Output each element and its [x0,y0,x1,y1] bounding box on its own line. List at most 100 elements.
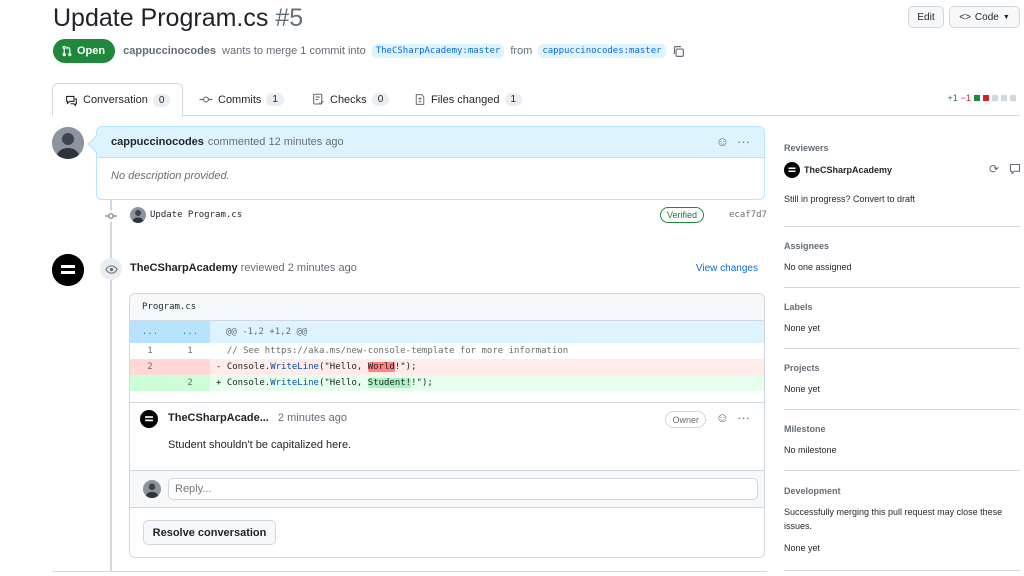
review-timestamp[interactable]: reviewed 2 minutes ago [241,262,357,274]
tab-label: Conversation [83,94,148,106]
sidebar-section-value: None yet [784,384,821,394]
sidebar-section-title[interactable]: Assignees [784,241,829,251]
sidebar-section-title[interactable]: Reviewers [784,143,829,153]
code-token: WriteLine [270,362,319,372]
resolve-conversation-button[interactable]: Resolve conversation [143,520,276,545]
development-description: issues. [784,521,813,531]
line-number[interactable]: 1 [170,343,210,359]
review-comment-author[interactable]: TheCSharpAcade... [168,412,269,424]
tab-counter: 1 [504,93,523,106]
line-number[interactable]: ... [170,321,210,343]
sidebar-section-value: No milestone [784,445,837,455]
pr-title-text: Update Program.cs [53,4,269,32]
timeline-divider [52,571,767,572]
sidebar-section-title[interactable]: Milestone [784,424,826,434]
sidebar-section-value: None yet [784,543,821,553]
avatar[interactable] [130,207,146,223]
sidebar-section-title[interactable]: Labels [784,302,813,312]
reviewer-name[interactable]: TheCSharpAcademy [804,165,892,175]
diffstat-square [1010,95,1016,101]
state-badge: Open [53,39,116,63]
line-number [130,375,170,391]
file-diff-icon [415,94,425,105]
tab-commits[interactable]: Commits 1 [187,83,296,116]
code-token: - Console. [216,362,271,372]
review-comment-header: TheCSharpAcade... 2 minutes ago [168,412,347,424]
sync-icon[interactable]: ⟳ [989,162,999,176]
sidebar-section-value: No one assigned [784,262,852,272]
review-comment-timestamp[interactable]: 2 minutes ago [278,412,347,424]
review-author[interactable]: TheCSharpAcademy [130,262,238,274]
sidebar-reviewers: Reviewers TheCSharpAcademy ⟳ Still in pr… [784,130,1021,227]
tab-label: Files changed [431,93,500,106]
comment-icon [1009,163,1021,175]
tab-conversation[interactable]: Conversation 0 [52,83,184,117]
line-number[interactable]: 2 [130,359,170,375]
pr-title: Update Program.cs #5 [53,4,303,33]
smiley-icon[interactable]: ☺ [716,410,729,425]
comment-author[interactable]: cappuccinocodes [111,136,204,148]
tab-label: Checks [330,93,367,106]
commit-message-link[interactable]: Update Program.cs [150,210,242,220]
smiley-icon[interactable]: ☺ [716,134,729,149]
tab-counter: 1 [266,93,284,106]
base-branch[interactable]: TheCSharpAcademy:master [371,44,505,58]
code-token: !"); [394,362,417,372]
line-number[interactable]: 1 [130,343,170,359]
commit-icon [104,210,118,222]
code-token-highlight: Student! [367,378,412,388]
review-thread: Program.cs ... ... @@ -1,2 +1,2 @@ 1 1 /… [129,293,765,558]
view-changes-link[interactable]: View changes [696,263,758,274]
avatar[interactable] [52,127,84,159]
diff-deletion-row: 2 - Console. WriteLine ("Hello, World !"); [130,359,764,375]
eye-icon [104,264,118,274]
diff-code: - Console. WriteLine ("Hello, World !"); [210,359,764,375]
pr-author-link[interactable]: cappuccinocodes [123,45,216,57]
diffstat: +1 −1 [947,93,1016,103]
convert-to-draft-link[interactable]: Still in progress? Convert to draft [784,194,915,204]
review-event-row: TheCSharpAcademy reviewed 2 minutes ago … [100,258,766,280]
avatar[interactable] [143,480,161,498]
comment-header: cappuccinocodes commented 12 minutes ago… [97,127,764,158]
line-number[interactable]: 2 [170,375,210,391]
reply-area [130,470,764,508]
avatar[interactable] [140,410,158,428]
tab-files-changed[interactable]: Files changed 1 [402,83,534,116]
checklist-icon [313,93,324,105]
avatar[interactable] [784,162,800,178]
owner-badge: Owner [665,411,706,428]
pr-tabs: Conversation 0 Commits 1 Checks 0 Files … [52,83,1020,117]
avatar[interactable] [52,254,84,286]
review-summary: TheCSharpAcademy reviewed 2 minutes ago [130,262,357,274]
academy-logo-icon [140,410,158,428]
diff-addition-row: 2 + Console. WriteLine ("Hello, Student! !"… [130,375,764,391]
kebab-menu-icon[interactable]: ··· [737,134,750,149]
verified-badge[interactable]: Verified [660,207,705,223]
diffstat-deletions: −1 [960,93,971,103]
comment-timestamp[interactable]: commented 12 minutes ago [208,136,344,148]
review-comment: TheCSharpAcade... 2 minutes ago Owner ☺ … [130,402,764,470]
kebab-menu-icon[interactable]: ··· [737,410,750,425]
from-text: from [510,45,533,57]
diff-file-name[interactable]: Program.cs [142,302,196,312]
edit-button-label: Edit [917,11,935,23]
tab-checks[interactable]: Checks 0 [300,83,401,116]
sidebar-development: Development Successfully merging this pu… [784,471,1020,571]
diff-context-row: 1 1 // See https://aka.ms/new-console-te… [130,343,764,359]
head-branch[interactable]: cappuccinocodes:master [538,44,666,58]
line-number [170,359,210,375]
sidebar-section-title[interactable]: Projects [784,363,820,373]
sidebar-section-title[interactable]: Development [784,486,841,496]
reply-input[interactable] [168,478,758,500]
comment-icon [66,95,77,106]
edit-button[interactable]: Edit [908,6,944,28]
diffstat-square [992,95,998,101]
diff-code: // See https://aka.ms/new-console-templa… [216,346,569,356]
commit-sha-link[interactable]: ecaf7d7 [729,210,767,220]
copy-icon[interactable] [672,45,685,58]
code-button[interactable]: <> Code ▼ [949,6,1020,28]
diff-code: + Console. WriteLine ("Hello, Student! !"); [210,375,764,391]
line-number[interactable]: ... [130,321,170,343]
tab-counter: 0 [371,93,390,106]
diffstat-square [974,95,980,101]
